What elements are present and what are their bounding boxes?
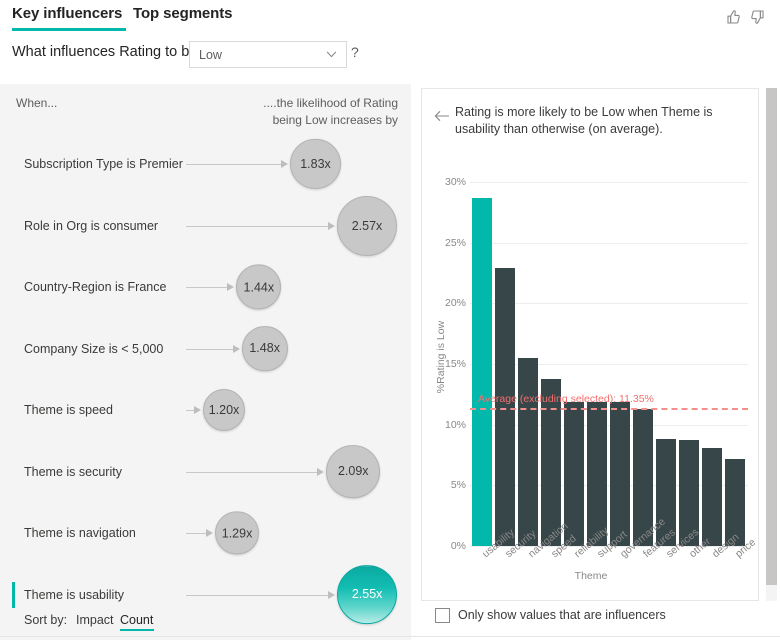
influencer-row-label: Country-Region is France [24,280,167,294]
chart-bar[interactable] [472,197,492,546]
outcome-dropdown-value: Low [199,48,222,62]
influencer-connector-line [186,287,228,288]
chart-bar[interactable] [702,447,722,546]
influencer-bar-chart: %Rating is Low 0% 5% 10% 15% 20% 25% 30% Avera… [422,89,760,602]
influencer-row-label: Role in Org is consumer [24,218,159,233]
tab-key-influencers[interactable]: Key influencers [12,5,122,22]
influencer-connector-line [186,471,318,473]
only-influencers-checkbox[interactable] [435,608,450,623]
when-header: When... [16,96,58,110]
influencer-row-label: Theme is usability [24,587,125,602]
influencer-row-label: Theme is navigation [24,526,136,540]
influencer-row-selected-indicator [12,581,15,608]
vertical-scrollbar-thumb[interactable] [766,88,777,585]
chart-bar[interactable] [587,401,607,546]
chart-x-axis-label: Theme [574,570,608,582]
chart-bar[interactable] [518,357,538,546]
influencer-row-label: Subscription Type is Premier [24,157,183,171]
influencer-row-label: Company Size is < 5,000 [24,341,164,356]
influencer-connector-arrow-icon [227,283,235,291]
influencer-impact-bubble[interactable]: 1.44x [236,264,282,310]
influencer-impact-bubble[interactable]: 2.09x [326,444,381,499]
sort-option-impact[interactable]: Impact [76,613,114,627]
influencer-impact-bubble[interactable]: 2.55x [337,564,397,625]
chart-y-tick-label: 0% [450,540,466,552]
influencer-connector-arrow-icon [328,221,335,230]
influencer-impact-bubble[interactable]: 1.48x [241,325,288,372]
influencer-connector-line [186,164,282,165]
influencer-row[interactable]: Theme is navigation 1.29x [0,502,411,564]
likelihood-header: ....the likelihood of Rating being Low i… [263,96,398,127]
thumbs-down-icon[interactable] [748,7,768,27]
bottom-divider [0,636,780,637]
influencer-connector-line [186,410,194,411]
influencer-connector-line [186,533,207,534]
chart-bar[interactable] [495,268,515,546]
thumbs-up-icon[interactable] [723,7,743,27]
influencer-connector-arrow-icon [232,344,240,353]
chart-y-tick-label: 10% [444,418,466,431]
help-icon[interactable]: ? [351,44,359,60]
chart-bar[interactable] [610,401,630,546]
influencer-impact-bubble[interactable]: 1.83x [290,138,341,190]
detail-panel: Rating is more likely to be Low when The… [421,88,759,601]
chart-y-tick-label: 15% [444,358,466,370]
influencer-impact-bubble[interactable]: 2.57x [337,195,397,256]
influencer-connector-line [186,594,329,596]
key-influencers-visual: Key influencers Top segments What influe… [0,0,780,640]
influencer-connector-line [186,348,233,350]
influencer-connector-arrow-icon [328,590,336,599]
tab-bar: Key influencers Top segments [0,0,780,36]
chart-y-tick-label: 25% [444,236,466,249]
influencer-connector-line [186,225,328,227]
influencer-row[interactable]: Role in Org is consumer 2.57x [0,195,411,257]
influencer-connector-arrow-icon [194,406,201,414]
influencer-row-label: Theme is security [24,464,122,479]
only-influencers-label: Only show values that are influencers [458,608,666,622]
chart-y-axis-label: %Rating is Low [435,320,447,394]
tab-top-segments[interactable]: Top segments [133,5,232,22]
influencer-row[interactable]: Theme is speed 1.20x [0,379,411,441]
influencers-panel: When... ....the likelihood of Rating bei… [0,84,411,640]
chart-y-tick-label: 30% [444,176,466,188]
influencer-impact-bubble[interactable]: 1.20x [203,389,245,431]
influencer-connector-arrow-icon [281,160,289,168]
influencer-row[interactable]: Company Size is < 5,000 1.48x [0,318,411,380]
chart-y-tick-label: 5% [450,479,466,492]
influencer-connector-arrow-icon [206,529,214,537]
influencer-connector-arrow-icon [317,467,325,476]
average-reference-label: Average (excluding selected): 11.35% [478,393,654,406]
influencer-row[interactable]: Country-Region is France 1.44x [0,256,411,318]
sort-by-label: Sort by: [24,613,68,627]
chart-y-tick-label: 20% [444,297,466,310]
influencer-impact-bubble[interactable]: 1.29x [215,511,259,555]
chevron-down-icon [326,51,337,58]
influencer-row-label: Theme is speed [24,403,113,417]
chart-bars [472,182,748,546]
sort-option-count[interactable]: Count [120,613,153,627]
outcome-dropdown[interactable]: Low [189,41,347,68]
influencer-row[interactable]: Theme is security 2.09x [0,441,411,503]
question-label: What influences Rating to be [12,44,198,60]
influencer-row[interactable]: Subscription Type is Premier 1.83x [0,133,411,195]
sort-active-underline [120,629,154,631]
tab-active-underline [12,28,126,31]
average-reference-line [470,408,748,411]
